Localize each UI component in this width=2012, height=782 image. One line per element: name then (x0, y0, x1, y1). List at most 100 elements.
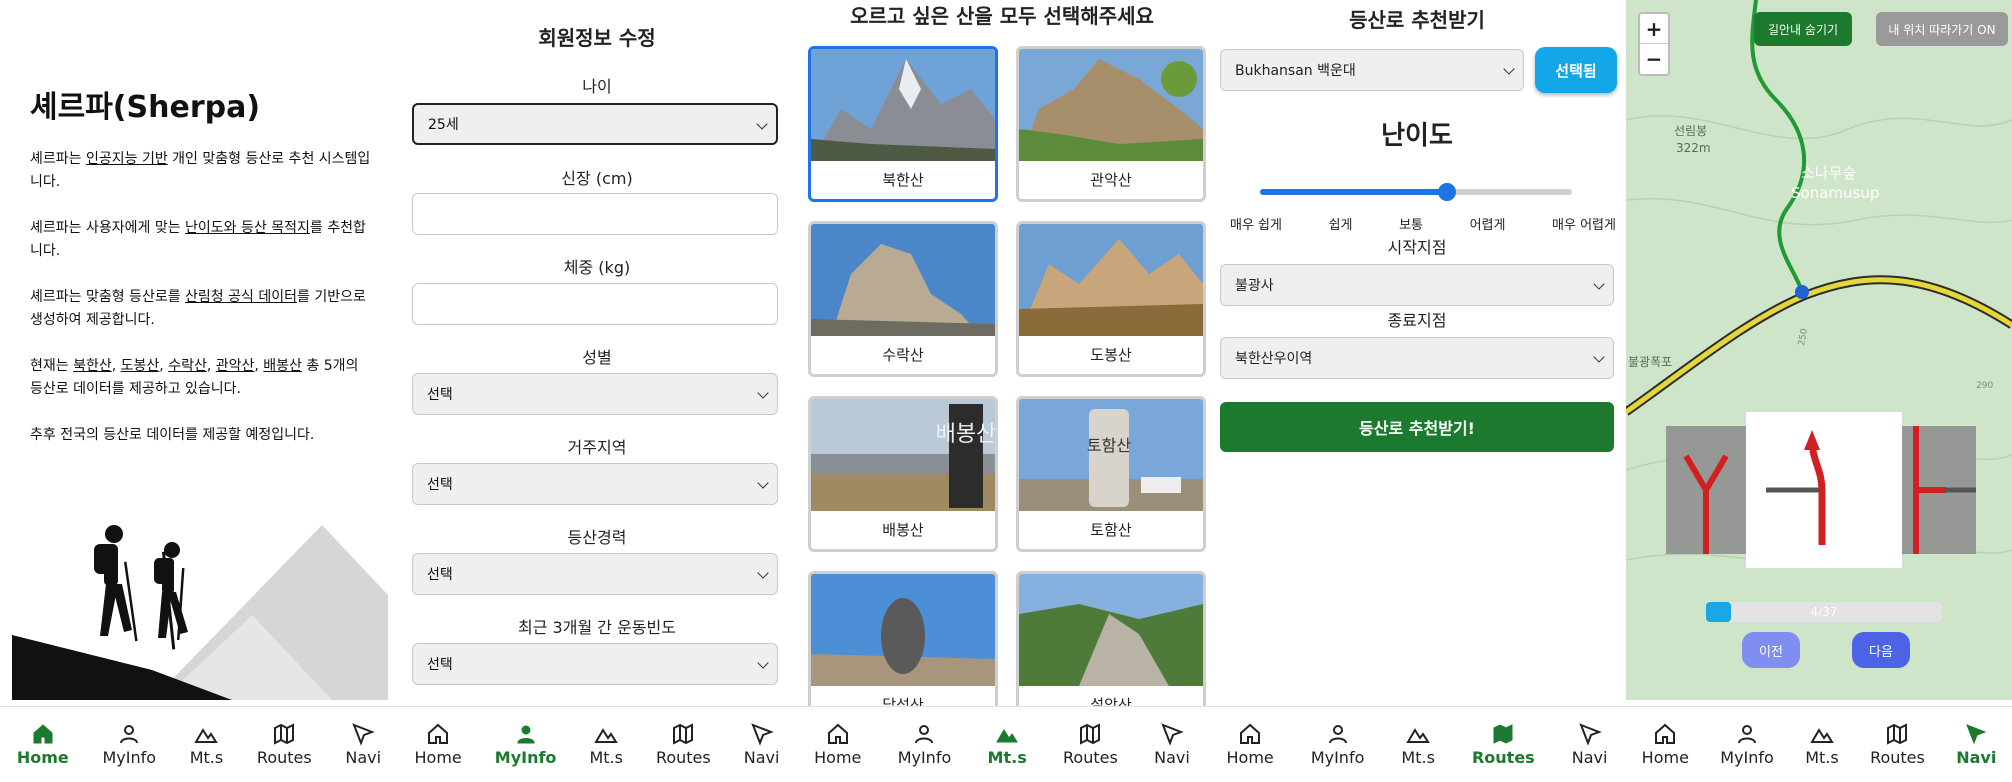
map-label-elevation: 322m (1676, 141, 1711, 155)
nav-home[interactable]: Home (1227, 722, 1274, 767)
difficulty-slider[interactable] (1260, 183, 1572, 201)
nav-mountains[interactable]: Mt.s (988, 722, 1027, 767)
mountain-card-tohamsan[interactable]: 토함산 토함산 (1016, 396, 1206, 552)
trail-map[interactable]: 선림봉 322m 소나무숲 Sonamusup 불광폭포 250 290 (1626, 0, 2012, 700)
next-step-button[interactable]: 다음 (1852, 632, 1910, 668)
difficulty-slider-fill (1260, 189, 1448, 195)
nav-myinfo[interactable]: MyInfo (1720, 722, 1774, 767)
mountain-card-bukhansan[interactable]: 북한산 (808, 46, 998, 202)
mountain-card-dobongsan[interactable]: 도봉산 (1016, 221, 1206, 377)
mountains-screen: 오르고 싶은 산을 모두 선택해주세요 북한산 관악산 수락산 도봉산 배봉산 … (796, 0, 1208, 782)
follow-location-button[interactable]: 내 위치 따라가기 ON (1876, 12, 2008, 46)
nav-mountains[interactable]: Mt.s (1805, 722, 1839, 767)
routes-title: 등산로 추천받기 (1349, 8, 1485, 32)
nav-routes[interactable]: Routes (1472, 722, 1535, 767)
chevron-down-icon (1593, 278, 1605, 290)
svg-text:토함산: 토함산 (1087, 436, 1131, 455)
nav-myinfo[interactable]: MyInfo (898, 722, 951, 767)
region-select[interactable]: 선택 (412, 463, 778, 505)
nav-home[interactable]: Home (1642, 722, 1689, 767)
mountain-card-baebongsan[interactable]: 배봉산 배봉산 (808, 396, 998, 552)
nav-mountains[interactable]: Mt.s (589, 722, 623, 767)
start-label: 시작지점 (1387, 238, 1447, 257)
routes-screen: 등산로 추천받기 Bukhansan 백운대 선택됨 난이도 매우 쉽게 쉽게 … (1208, 0, 1626, 782)
mountain-photo (1019, 224, 1203, 336)
start-select[interactable]: 불광사 (1220, 264, 1614, 306)
nav-routes[interactable]: Routes (1063, 722, 1118, 767)
navigation-arrow-icon (750, 723, 774, 746)
map-label-falls: 불광폭포 (1628, 355, 1672, 369)
bottom-nav: Home MyInfo Mt.s Routes Navi (398, 706, 796, 782)
difficulty-slider-thumb[interactable] (1438, 183, 1457, 201)
mountain-photo (1019, 574, 1203, 686)
weight-input[interactable] (412, 283, 778, 325)
experience-select[interactable]: 선택 (412, 553, 778, 595)
recommend-route-button[interactable]: 등산로 추천받기! (1220, 402, 1614, 452)
svg-text:배봉산: 배봉산 (936, 422, 995, 447)
person-icon (517, 725, 535, 744)
person-icon (915, 725, 934, 744)
mountain-name: 도봉산 (1090, 346, 1132, 364)
mountain-card-seoraksan[interactable]: 설악산 (1016, 571, 1206, 727)
mountain-photo (811, 224, 995, 336)
home-icon (33, 724, 53, 744)
difficulty-labels: 매우 쉽게 쉽게 보통 어렵게 매우 어렵게 (1230, 214, 1616, 233)
prev-step-button[interactable]: 이전 (1742, 632, 1800, 668)
nav-myinfo[interactable]: MyInfo (495, 722, 556, 767)
mountains-title: 오르고 싶은 산을 모두 선택해주세요 (850, 4, 1154, 28)
mountain-select[interactable]: Bukhansan 백운대 (1220, 49, 1524, 91)
zoom-out-button[interactable]: − (1640, 44, 1668, 74)
nav-home[interactable]: Home (17, 722, 69, 767)
frequency-select[interactable]: 선택 (412, 643, 778, 685)
home-icon (1655, 723, 1676, 744)
age-select[interactable]: 25세 (412, 103, 778, 145)
mountain-name: 관악산 (1090, 171, 1132, 189)
person-icon (1738, 725, 1757, 744)
mountain-icon (996, 729, 1019, 743)
mountain-icon (594, 728, 618, 743)
difficulty-level: 매우 어렵게 (1552, 218, 1616, 233)
nav-navi[interactable]: Navi (1154, 722, 1190, 767)
mountain-icon (1810, 728, 1834, 743)
nav-myinfo[interactable]: MyInfo (102, 722, 156, 767)
nav-routes[interactable]: Routes (656, 722, 711, 767)
mountain-photo: 토함산 (1019, 399, 1203, 511)
nav-routes[interactable]: Routes (257, 722, 312, 767)
nav-mountains[interactable]: Mt.s (190, 722, 223, 767)
nav-home[interactable]: Home (415, 722, 462, 767)
person-icon (120, 725, 139, 744)
mountain-card-gwanaksan[interactable]: 관악산 (1016, 46, 1206, 202)
navigation-arrow-icon (1578, 723, 1602, 746)
mountain-card-damseoksan[interactable]: 담석산 (808, 571, 998, 727)
intro-paragraph-1: 셰르파는 인공지능 기반 개인 맞춤형 등산로 추천 시스템입니다. (30, 151, 371, 190)
home-icon (428, 723, 449, 744)
difficulty-title: 난이도 (1381, 121, 1453, 151)
intro-paragraph-5: 추후 전국의 등산로 데이터를 제공할 예정입니다. (30, 427, 315, 443)
mountain-photo (811, 574, 995, 686)
nav-navi[interactable]: Navi (744, 722, 779, 767)
map-label-place-ko: 소나무숲 (1801, 164, 1856, 182)
difficulty-level: 매우 쉽게 (1230, 218, 1282, 233)
weight-label: 체중 (kg) (563, 258, 631, 277)
end-label: 종료지점 (1387, 311, 1447, 330)
person-icon (1328, 725, 1347, 744)
nav-routes[interactable]: Routes (1870, 722, 1925, 767)
hide-guide-button[interactable]: 길안내 숨기기 (1754, 12, 1852, 46)
zoom-in-button[interactable]: + (1640, 14, 1668, 44)
nav-navi[interactable]: Navi (1956, 722, 1996, 767)
nav-home[interactable]: Home (814, 722, 861, 767)
selected-button[interactable]: 선택됨 (1535, 47, 1617, 93)
guide-progress-text: 4/37 (1810, 605, 1838, 619)
chevron-down-icon (1593, 351, 1605, 363)
hikers-illustration (12, 525, 388, 700)
chevron-down-icon (757, 657, 769, 669)
mountain-card-suraksan[interactable]: 수락산 (808, 221, 998, 377)
gender-select[interactable]: 선택 (412, 373, 778, 415)
nav-mountains[interactable]: Mt.s (1401, 722, 1435, 767)
end-select[interactable]: 북한산우이역 (1220, 337, 1614, 379)
nav-myinfo[interactable]: MyInfo (1311, 722, 1364, 767)
nav-navi[interactable]: Navi (1572, 722, 1607, 767)
nav-navi[interactable]: Navi (345, 722, 381, 767)
navi-screen: 선림봉 322m 소나무숲 Sonamusup 불광폭포 250 290 + −… (1626, 0, 2012, 782)
height-input[interactable] (412, 193, 778, 235)
